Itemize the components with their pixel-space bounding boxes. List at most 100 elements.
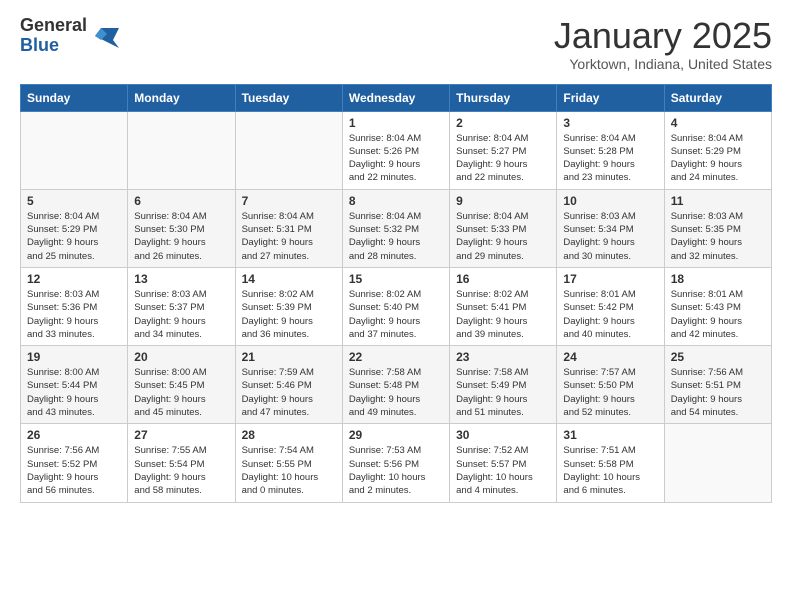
day-number: 18 — [671, 272, 765, 286]
day-number: 9 — [456, 194, 550, 208]
calendar-cell: 29Sunrise: 7:53 AM Sunset: 5:56 PM Dayli… — [342, 424, 449, 502]
day-number: 29 — [349, 428, 443, 442]
calendar-cell: 2Sunrise: 8:04 AM Sunset: 5:27 PM Daylig… — [450, 111, 557, 189]
day-info: Sunrise: 7:55 AM Sunset: 5:54 PM Dayligh… — [134, 444, 228, 497]
day-info: Sunrise: 8:00 AM Sunset: 5:44 PM Dayligh… — [27, 366, 121, 419]
day-number: 3 — [563, 116, 657, 130]
day-info: Sunrise: 7:58 AM Sunset: 5:48 PM Dayligh… — [349, 366, 443, 419]
calendar-cell: 25 Sunrise: 7:56 AM Sunset: 5:51 PM Dayli… — [664, 346, 771, 424]
day-number: 17 — [563, 272, 657, 286]
day-info: Sunrise: 8:02 AM Sunset: 5:39 PM Dayligh… — [242, 288, 336, 341]
calendar-cell: 19Sunrise: 8:00 AM Sunset: 5:44 PM Dayli… — [21, 346, 128, 424]
day-number: 23 — [456, 350, 550, 364]
day-number: 26 — [27, 428, 121, 442]
day-info: Sunrise: 8:03 AM Sunset: 5:36 PM Dayligh… — [27, 288, 121, 341]
day-info: Sunrise: 7:56 AM Sunset: 5:52 PM Dayligh… — [27, 444, 121, 497]
day-number: 24 — [563, 350, 657, 364]
day-info: Sunrise: 7:51 AM Sunset: 5:58 PM Dayligh… — [563, 444, 657, 497]
day-number: 20 — [134, 350, 228, 364]
day-number: 31 — [563, 428, 657, 442]
day-info: Sunrise: 7:59 AM Sunset: 5:46 PM Dayligh… — [242, 366, 336, 419]
day-info: Sunrise: 7:52 AM Sunset: 5:57 PM Dayligh… — [456, 444, 550, 497]
day-header-tuesday: Tuesday — [235, 84, 342, 111]
calendar-cell: 5 Sunrise: 8:04 AM Sunset: 5:29 PM Daylig… — [21, 189, 128, 267]
day-info: Sunrise: 7:58 AM Sunset: 5:49 PM Dayligh… — [456, 366, 550, 419]
day-info: Sunrise: 8:01 AM Sunset: 5:42 PM Dayligh… — [563, 288, 657, 341]
days-header-row: SundayMondayTuesdayWednesdayThursdayFrid… — [21, 84, 772, 111]
day-number: 11 — [671, 194, 765, 208]
day-number: 5 — [27, 194, 121, 208]
calendar-cell: 13Sunrise: 8:03 AM Sunset: 5:37 PM Dayli… — [128, 267, 235, 345]
day-info: Sunrise: 8:04 AM Sunset: 5:26 PM Dayligh… — [349, 132, 443, 185]
calendar-cell: 30 Sunrise: 7:52 AM Sunset: 5:57 PM Dayli… — [450, 424, 557, 502]
calendar-cell: 27Sunrise: 7:55 AM Sunset: 5:54 PM Dayli… — [128, 424, 235, 502]
calendar-cell — [235, 111, 342, 189]
day-info: Sunrise: 8:02 AM Sunset: 5:41 PM Dayligh… — [456, 288, 550, 341]
day-header-saturday: Saturday — [664, 84, 771, 111]
day-info: Sunrise: 8:04 AM Sunset: 5:30 PM Dayligh… — [134, 210, 228, 263]
week-row-5: 26 Sunrise: 7:56 AM Sunset: 5:52 PM Dayli… — [21, 424, 772, 502]
calendar-cell: 4 Sunrise: 8:04 AM Sunset: 5:29 PM Daylig… — [664, 111, 771, 189]
day-header-friday: Friday — [557, 84, 664, 111]
day-number: 4 — [671, 116, 765, 130]
calendar-cell: 9 Sunrise: 8:04 AM Sunset: 5:33 PM Daylig… — [450, 189, 557, 267]
day-info: Sunrise: 8:03 AM Sunset: 5:37 PM Dayligh… — [134, 288, 228, 341]
day-number: 22 — [349, 350, 443, 364]
page: General Blue January 2025 Yorktown, Indi… — [0, 0, 792, 523]
calendar-cell: 8 Sunrise: 8:04 AM Sunset: 5:32 PM Daylig… — [342, 189, 449, 267]
day-number: 6 — [134, 194, 228, 208]
day-number: 25 — [671, 350, 765, 364]
day-info: Sunrise: 8:02 AM Sunset: 5:40 PM Dayligh… — [349, 288, 443, 341]
title-block: January 2025 Yorktown, Indiana, United S… — [554, 16, 772, 72]
calendar-cell: 20 Sunrise: 8:00 AM Sunset: 5:45 PM Dayli… — [128, 346, 235, 424]
day-info: Sunrise: 8:04 AM Sunset: 5:31 PM Dayligh… — [242, 210, 336, 263]
month-title: January 2025 — [554, 16, 772, 56]
day-number: 28 — [242, 428, 336, 442]
logo: General Blue — [20, 16, 123, 56]
calendar-cell: 12 Sunrise: 8:03 AM Sunset: 5:36 PM Dayli… — [21, 267, 128, 345]
calendar-cell: 26 Sunrise: 7:56 AM Sunset: 5:52 PM Dayli… — [21, 424, 128, 502]
calendar-cell: 23 Sunrise: 7:58 AM Sunset: 5:49 PM Dayli… — [450, 346, 557, 424]
calendar-cell: 22 Sunrise: 7:58 AM Sunset: 5:48 PM Dayli… — [342, 346, 449, 424]
calendar-cell: 3 Sunrise: 8:04 AM Sunset: 5:28 PM Daylig… — [557, 111, 664, 189]
calendar-cell: 10Sunrise: 8:03 AM Sunset: 5:34 PM Dayli… — [557, 189, 664, 267]
calendar-cell: 7 Sunrise: 8:04 AM Sunset: 5:31 PM Daylig… — [235, 189, 342, 267]
week-row-3: 12 Sunrise: 8:03 AM Sunset: 5:36 PM Dayli… — [21, 267, 772, 345]
day-number: 12 — [27, 272, 121, 286]
day-number: 16 — [456, 272, 550, 286]
week-row-4: 19Sunrise: 8:00 AM Sunset: 5:44 PM Dayli… — [21, 346, 772, 424]
day-number: 10 — [563, 194, 657, 208]
logo-icon — [91, 20, 123, 52]
day-info: Sunrise: 8:04 AM Sunset: 5:29 PM Dayligh… — [27, 210, 121, 263]
calendar-cell: 1 Sunrise: 8:04 AM Sunset: 5:26 PM Daylig… — [342, 111, 449, 189]
day-number: 1 — [349, 116, 443, 130]
day-number: 2 — [456, 116, 550, 130]
calendar-cell: 28 Sunrise: 7:54 AM Sunset: 5:55 PM Dayli… — [235, 424, 342, 502]
calendar-cell: 24 Sunrise: 7:57 AM Sunset: 5:50 PM Dayli… — [557, 346, 664, 424]
week-row-1: 1 Sunrise: 8:04 AM Sunset: 5:26 PM Daylig… — [21, 111, 772, 189]
calendar-cell: 6 Sunrise: 8:04 AM Sunset: 5:30 PM Daylig… — [128, 189, 235, 267]
day-info: Sunrise: 8:00 AM Sunset: 5:45 PM Dayligh… — [134, 366, 228, 419]
calendar-cell: 11 Sunrise: 8:03 AM Sunset: 5:35 PM Dayli… — [664, 189, 771, 267]
day-info: Sunrise: 8:04 AM Sunset: 5:32 PM Dayligh… — [349, 210, 443, 263]
day-header-monday: Monday — [128, 84, 235, 111]
day-info: Sunrise: 8:04 AM Sunset: 5:33 PM Dayligh… — [456, 210, 550, 263]
day-info: Sunrise: 8:04 AM Sunset: 5:29 PM Dayligh… — [671, 132, 765, 185]
calendar-cell: 14Sunrise: 8:02 AM Sunset: 5:39 PM Dayli… — [235, 267, 342, 345]
day-number: 7 — [242, 194, 336, 208]
day-info: Sunrise: 7:57 AM Sunset: 5:50 PM Dayligh… — [563, 366, 657, 419]
day-header-sunday: Sunday — [21, 84, 128, 111]
calendar-cell: 16 Sunrise: 8:02 AM Sunset: 5:41 PM Dayli… — [450, 267, 557, 345]
day-header-wednesday: Wednesday — [342, 84, 449, 111]
day-info: Sunrise: 8:04 AM Sunset: 5:28 PM Dayligh… — [563, 132, 657, 185]
day-info: Sunrise: 7:54 AM Sunset: 5:55 PM Dayligh… — [242, 444, 336, 497]
day-info: Sunrise: 7:56 AM Sunset: 5:51 PM Dayligh… — [671, 366, 765, 419]
day-number: 15 — [349, 272, 443, 286]
calendar-cell: 15 Sunrise: 8:02 AM Sunset: 5:40 PM Dayli… — [342, 267, 449, 345]
logo-general-text: General — [20, 15, 87, 35]
day-number: 8 — [349, 194, 443, 208]
week-row-2: 5 Sunrise: 8:04 AM Sunset: 5:29 PM Daylig… — [21, 189, 772, 267]
calendar-cell: 17 Sunrise: 8:01 AM Sunset: 5:42 PM Dayli… — [557, 267, 664, 345]
day-info: Sunrise: 8:03 AM Sunset: 5:35 PM Dayligh… — [671, 210, 765, 263]
day-number: 30 — [456, 428, 550, 442]
